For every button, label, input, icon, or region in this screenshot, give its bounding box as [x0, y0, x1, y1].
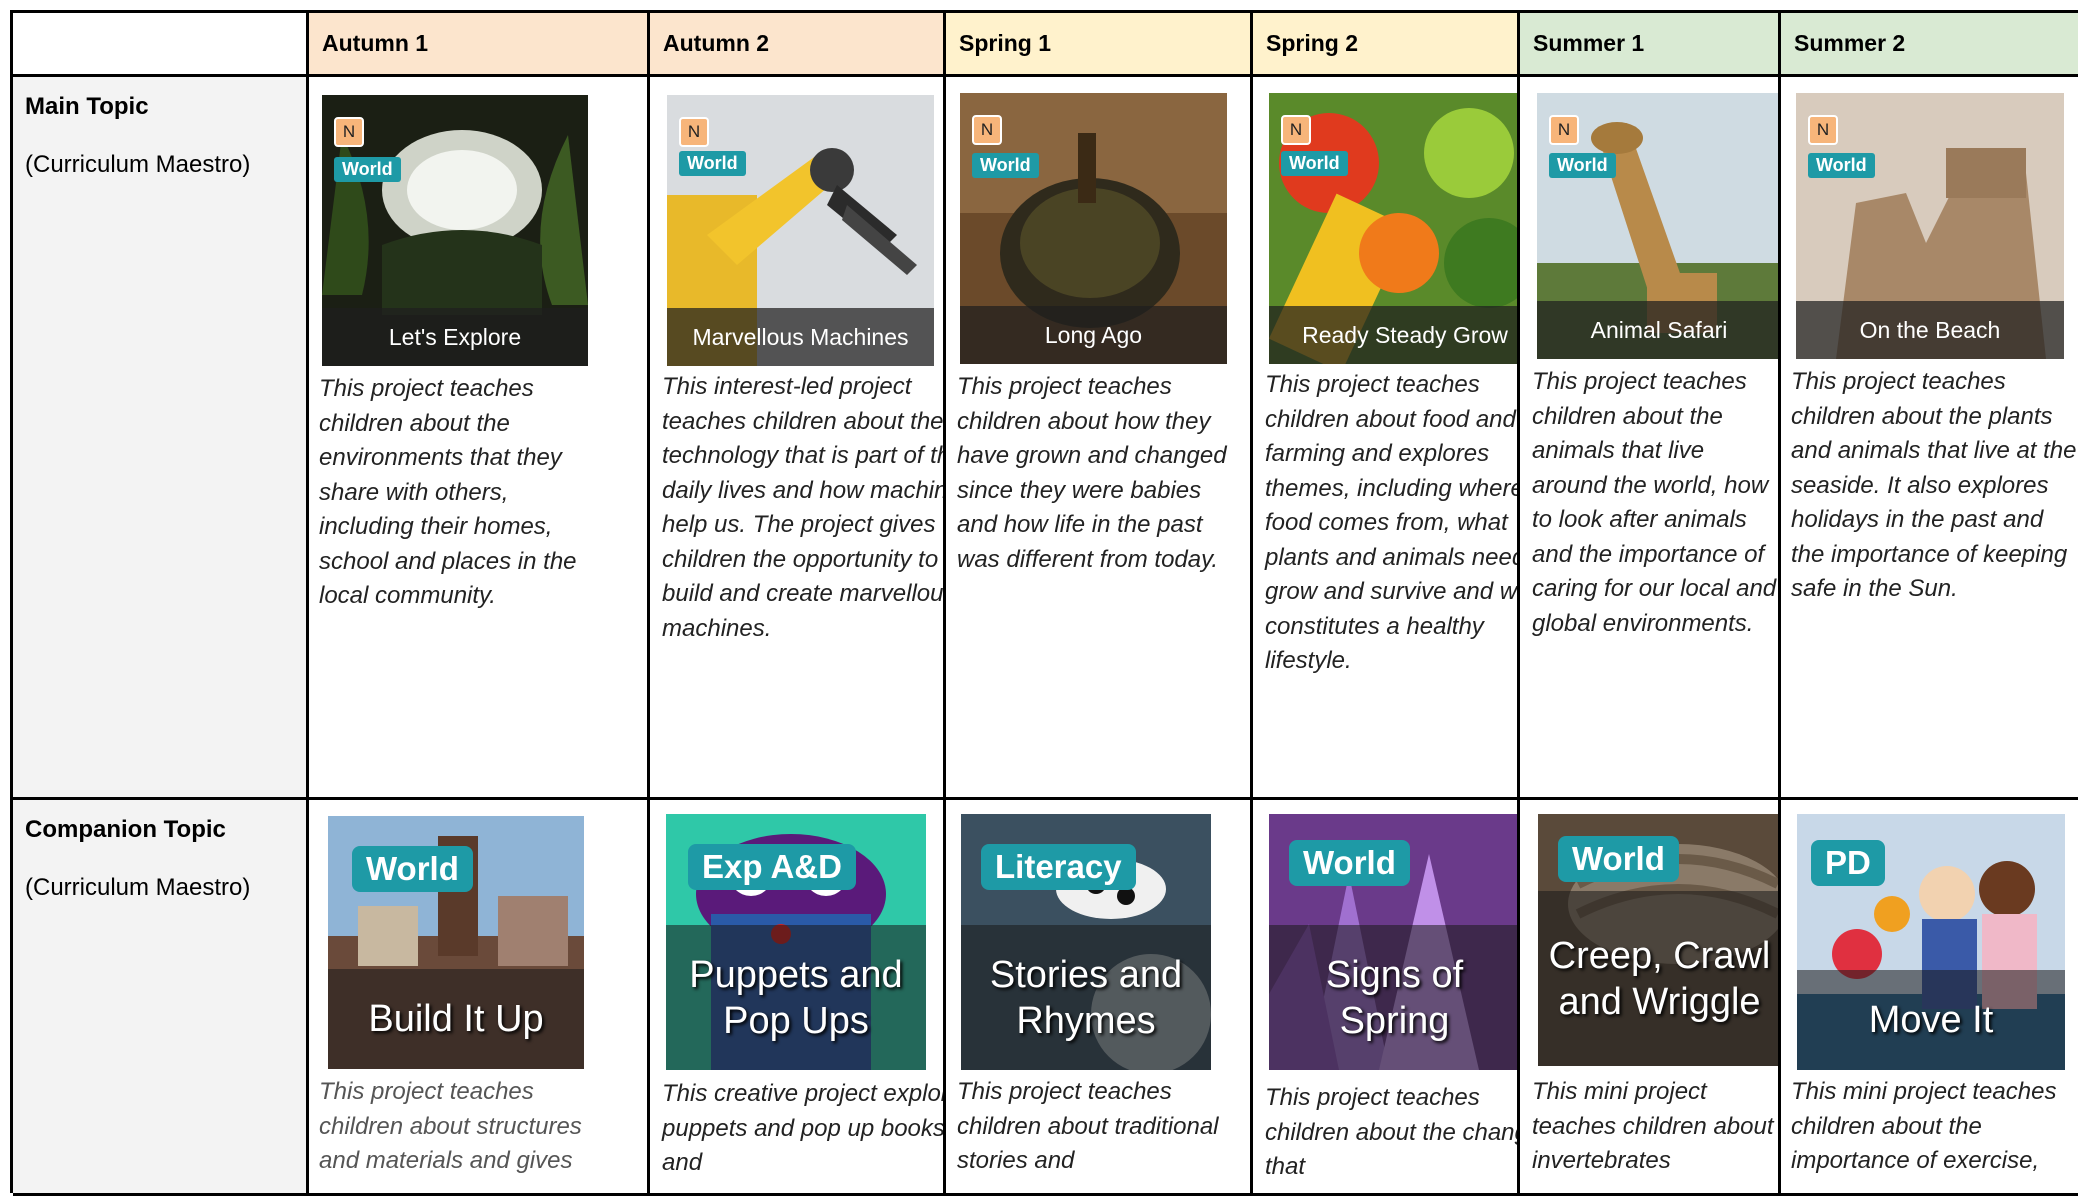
- subject-tag: World: [1558, 836, 1679, 882]
- row-subtitle: (Curriculum Maestro): [25, 874, 251, 901]
- row-subtitle: (Curriculum Maestro): [25, 151, 251, 178]
- project-card[interactable]: N World Animal Safari: [1537, 93, 1778, 359]
- project-title: On the Beach: [1796, 301, 2064, 359]
- project-description: This project teaches children about how …: [957, 373, 1227, 573]
- subject-tag: World: [972, 153, 1039, 178]
- project-card[interactable]: N World Marvellous Machines: [667, 95, 934, 366]
- project-title: Move It: [1797, 970, 2065, 1070]
- companion-cell-summer-2: PD Move It This mini project teaches chi…: [1781, 800, 2078, 1196]
- subject-tag: World: [679, 151, 746, 176]
- project-description: This creative project explores puppets a…: [662, 1080, 946, 1176]
- main-cell-autumn-1: N World Let's Explore This project teach…: [309, 77, 650, 800]
- main-cell-summer-1: N World Animal Safari This project teach…: [1520, 77, 1781, 800]
- corner-cell: [13, 13, 309, 77]
- project-card[interactable]: World Creep, Crawl and Wriggle: [1538, 814, 1778, 1066]
- header-summer-1: Summer 1: [1520, 13, 1781, 77]
- project-card[interactable]: N World Ready Steady Grow: [1269, 93, 1517, 364]
- companion-cell-spring-2: World Signs of Spring This project teach…: [1253, 800, 1520, 1196]
- project-card[interactable]: PD Move It: [1797, 814, 2065, 1070]
- project-title: Ready Steady Grow: [1269, 306, 1517, 364]
- nursery-badge: N: [1549, 115, 1579, 145]
- nursery-badge: N: [334, 117, 364, 147]
- project-description: This project teaches children about the …: [1791, 368, 2077, 602]
- header-autumn-2: Autumn 2: [650, 13, 946, 77]
- project-title: Let's Explore: [322, 308, 588, 366]
- project-description: This project teaches children about food…: [1265, 371, 1520, 674]
- header-summer-2: Summer 2: [1781, 13, 2078, 77]
- row-title: Main Topic: [25, 93, 149, 120]
- nursery-badge: N: [1808, 115, 1838, 145]
- project-description: This mini project teaches children about…: [1532, 1078, 1774, 1174]
- header-spring-2: Spring 2: [1253, 13, 1520, 77]
- row-title: Companion Topic: [25, 816, 226, 843]
- project-description: This project teaches children about stru…: [319, 1078, 582, 1174]
- project-card[interactable]: Literacy Stories and Rhymes: [961, 814, 1211, 1070]
- project-card[interactable]: N World On the Beach: [1796, 93, 2064, 359]
- project-title: Marvellous Machines: [667, 308, 934, 366]
- project-card[interactable]: World Signs of Spring: [1269, 814, 1517, 1070]
- row-header-companion-topic: Companion Topic (Curriculum Maestro): [13, 800, 309, 1196]
- project-title: Animal Safari: [1537, 301, 1778, 359]
- nursery-badge: N: [972, 115, 1002, 145]
- project-description: This project teaches children about the …: [1265, 1084, 1517, 1180]
- subject-tag: Literacy: [981, 844, 1136, 890]
- project-card[interactable]: N World Long Ago: [960, 93, 1227, 364]
- main-cell-autumn-2: N World Marvellous Machines This interes…: [650, 77, 946, 800]
- subject-tag: World: [352, 846, 473, 892]
- companion-cell-spring-1: Literacy Stories and Rhymes This project…: [946, 800, 1253, 1196]
- project-title: Stories and Rhymes: [961, 925, 1211, 1070]
- project-description: This project teaches children about trad…: [957, 1078, 1219, 1174]
- project-title: Build It Up: [328, 969, 584, 1069]
- header-spring-1: Spring 1: [946, 13, 1253, 77]
- subject-tag: Exp A&D: [688, 844, 856, 890]
- project-title: Creep, Crawl and Wriggle: [1538, 891, 1778, 1066]
- companion-cell-summer-1: World Creep, Crawl and Wriggle This mini…: [1520, 800, 1781, 1196]
- project-card[interactable]: N World Let's Explore: [322, 95, 588, 366]
- project-description: This project teaches children about the …: [319, 375, 577, 609]
- project-card[interactable]: World Build It Up: [328, 816, 584, 1069]
- row-header-main-topic: Main Topic (Curriculum Maestro): [13, 77, 309, 800]
- project-title: Long Ago: [960, 306, 1227, 364]
- curriculum-table: Autumn 1 Autumn 2 Spring 1 Spring 2 Summ…: [10, 10, 2078, 1196]
- subject-tag: World: [1281, 151, 1348, 176]
- companion-cell-autumn-2: Exp A&D Puppets and Pop Ups This creativ…: [650, 800, 946, 1196]
- header-autumn-1: Autumn 1: [309, 13, 650, 77]
- subject-tag: World: [334, 157, 401, 182]
- nursery-badge: N: [679, 117, 709, 147]
- subject-tag: World: [1549, 153, 1616, 178]
- main-cell-summer-2: N World On the Beach This project teache…: [1781, 77, 2078, 800]
- project-description: This mini project teaches children about…: [1791, 1078, 2057, 1174]
- project-card[interactable]: Exp A&D Puppets and Pop Ups: [666, 814, 926, 1070]
- project-description: This project teaches children about the …: [1532, 368, 1777, 637]
- main-cell-spring-2: N World Ready Steady Grow This project t…: [1253, 77, 1520, 800]
- main-cell-spring-1: N World Long Ago This project teaches ch…: [946, 77, 1253, 800]
- project-description: This interest-led project teaches childr…: [662, 373, 946, 642]
- subject-tag: World: [1289, 840, 1410, 886]
- companion-cell-autumn-1: World Build It Up This project teaches c…: [309, 800, 650, 1196]
- project-title: Signs of Spring: [1269, 925, 1517, 1070]
- subject-tag: World: [1808, 153, 1875, 178]
- project-title: Puppets and Pop Ups: [666, 925, 926, 1070]
- subject-tag: PD: [1811, 840, 1885, 886]
- nursery-badge: N: [1281, 115, 1311, 145]
